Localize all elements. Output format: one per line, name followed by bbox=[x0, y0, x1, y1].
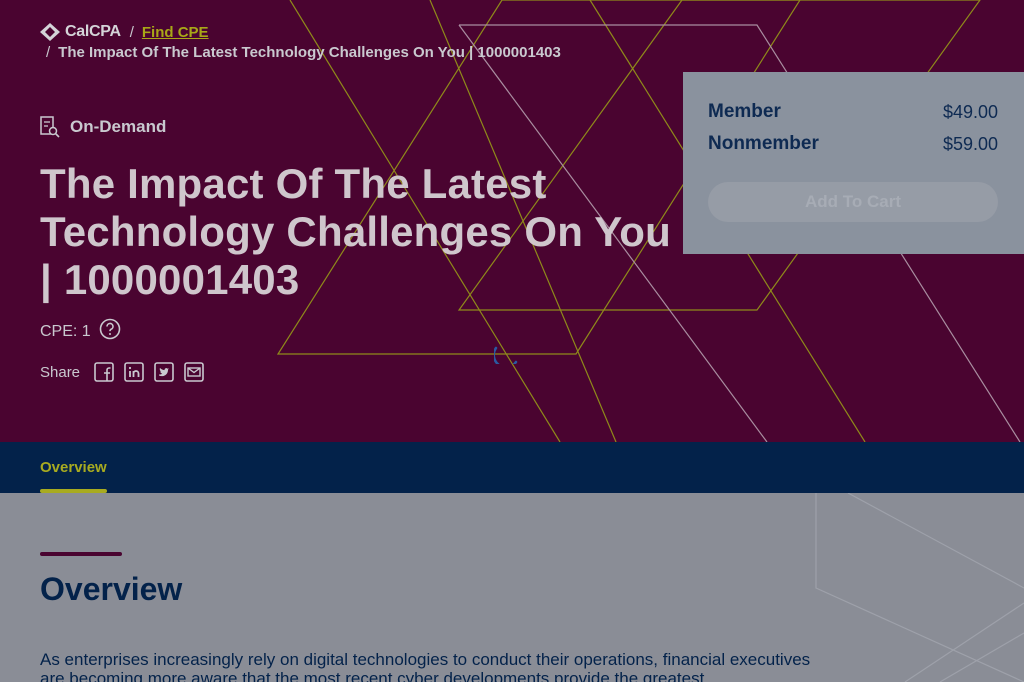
overview-section: Overview As enterprises increasingly rel… bbox=[0, 493, 1024, 682]
tab-overview[interactable]: Overview bbox=[40, 442, 107, 493]
course-title: The Impact Of The Latest Technology Chal… bbox=[40, 160, 672, 303]
linkedin-icon[interactable] bbox=[124, 362, 144, 382]
breadcrumb-link-find-cpe[interactable]: Find CPE bbox=[142, 24, 209, 41]
loading-spinner-icon bbox=[494, 346, 518, 364]
format-label: On-Demand bbox=[70, 117, 167, 136]
overview-body: As enterprises increasingly rely on digi… bbox=[40, 650, 811, 682]
facebook-icon[interactable] bbox=[94, 362, 114, 382]
tab-bar: Overview bbox=[0, 442, 1024, 493]
share-bar: Share bbox=[40, 362, 214, 382]
pricing-card: Member $49.00 Nonmember $59.00 Add To Ca… bbox=[683, 72, 1024, 254]
section-accent-rule bbox=[40, 552, 122, 556]
document-search-icon bbox=[40, 116, 60, 138]
twitter-icon[interactable] bbox=[154, 362, 174, 382]
email-icon[interactable] bbox=[184, 362, 204, 382]
calcpa-logo-icon bbox=[40, 23, 60, 41]
add-to-cart-button[interactable]: Add To Cart bbox=[708, 182, 998, 222]
breadcrumb-separator: / bbox=[129, 23, 134, 41]
nonmember-price: $59.00 bbox=[942, 133, 998, 154]
question-circle-icon[interactable] bbox=[99, 318, 121, 345]
nonmember-label: Nonmember bbox=[708, 133, 819, 154]
share-label: Share bbox=[40, 363, 81, 381]
calcpa-logo[interactable]: CalCPA bbox=[40, 23, 121, 41]
breadcrumb: CalCPA / Find CPE / The Impact Of The La… bbox=[40, 22, 561, 62]
course-format: On-Demand bbox=[40, 116, 166, 138]
logo-text: CalCPA bbox=[65, 23, 121, 40]
nonmember-price-row: Nonmember $59.00 bbox=[708, 128, 998, 160]
member-price-row: Member $49.00 bbox=[708, 96, 998, 128]
member-price: $49.00 bbox=[942, 101, 998, 122]
cpe-label: CPE: 1 bbox=[40, 322, 91, 340]
breadcrumb-current: The Impact Of The Latest Technology Chal… bbox=[58, 43, 561, 61]
overview-heading: Overview bbox=[40, 571, 183, 607]
breadcrumb-separator: / bbox=[46, 43, 51, 61]
member-label: Member bbox=[708, 101, 781, 122]
cpe-credits: CPE: 1 bbox=[40, 318, 121, 345]
